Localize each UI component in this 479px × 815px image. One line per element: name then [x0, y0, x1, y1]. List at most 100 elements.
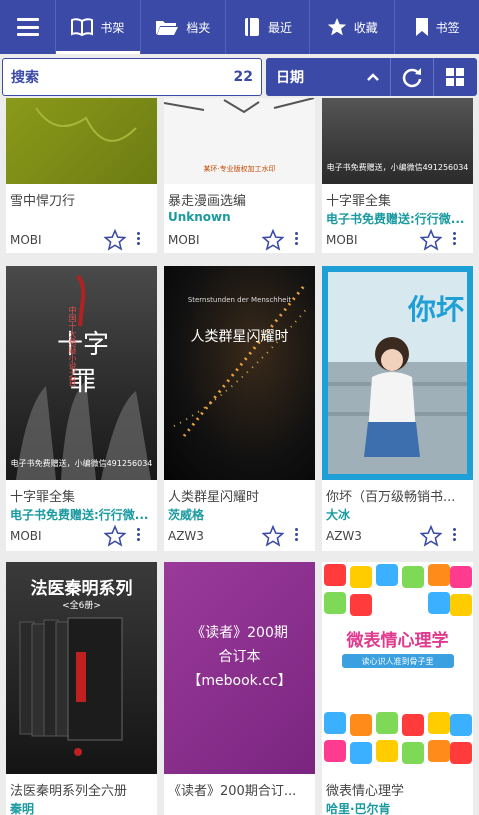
book-card[interactable]: 《读者》200期 合订本 【mebook.cc】 《读者》200期合订... [164, 562, 315, 815]
favorite-star-icon[interactable] [262, 229, 284, 251]
bookmark-icon [415, 18, 428, 36]
book-card[interactable]: 电子书免费赠送，小编微信491256034 十字罪全集 电子书免费赠送:行行微.… [322, 98, 473, 253]
book-cover: 微表情心理学 读心识人准到骨子里 [322, 562, 473, 774]
grid-view-button[interactable] [434, 58, 476, 96]
hamburger-icon [16, 18, 39, 36]
cover-subtitle: Sternstunden der Menschheit [187, 296, 292, 304]
cover-title: 《读者》200期 [191, 625, 288, 641]
tab-bookmarks[interactable]: 书签 [395, 0, 479, 54]
book-cover [6, 98, 157, 184]
book-author: Unknown [168, 210, 231, 224]
sort-direction-button[interactable] [356, 72, 390, 82]
cover-title: 人类群星闪耀时 [190, 329, 289, 345]
book-card[interactable]: 某环·专业版权加工水印 暴走漫画选编 Unknown MOBI [164, 98, 315, 253]
book-cover: 法医秦明系列 <全6册> [6, 562, 157, 774]
book-card[interactable]: 雪中悍刀行 MOBI [6, 98, 157, 253]
book-author: 大冰 [326, 508, 351, 522]
more-options-icon[interactable] [137, 528, 141, 543]
book-title: 暴走漫画选编 [168, 194, 247, 209]
book-card[interactable]: 你坏 你坏（百万级畅销书... 大冰 AZW3 [322, 266, 473, 551]
book-meta: 暴走漫画选编 Unknown MOBI [164, 184, 315, 253]
cover-title: 十字罪 [56, 330, 109, 397]
more-options-icon[interactable] [295, 528, 299, 543]
favorite-star-icon[interactable] [104, 525, 126, 547]
book-cover: 某环·专业版权加工水印 [164, 98, 315, 184]
book-title: 《读者》200期合订... [168, 784, 297, 799]
book-title: 雪中悍刀行 [10, 194, 76, 209]
cover-subtitle: 中国十大悬疑小说之首 [68, 306, 77, 386]
book-cover: 电子书免费赠送，小编微信491256034 [322, 98, 473, 184]
book-format: MOBI [10, 233, 42, 247]
favorite-star-icon[interactable] [104, 229, 126, 251]
more-options-icon[interactable] [453, 232, 457, 247]
cover-watermark: 电子书免费赠送，小编微信491256034 [326, 163, 469, 172]
book-author: 电子书免费赠送:行行微... [326, 212, 465, 226]
book-grid: 雪中悍刀行 MOBI 某环·专业版权加工水印 暴走漫画选编 Unknown MO… [0, 98, 479, 815]
cover-art [324, 564, 472, 764]
book-author: 秦明 [10, 802, 35, 815]
book-title: 十字罪全集 [10, 490, 76, 505]
book-format: MOBI [326, 233, 358, 247]
tab-label: 最近 [267, 20, 292, 35]
search-input[interactable]: 搜索 22 [2, 58, 262, 96]
book-card[interactable]: 十字罪 中国十大悬疑小说之首 电子书免费赠送，小编微信491256034 十字罪… [6, 266, 157, 551]
book-format: MOBI [168, 233, 200, 247]
toolbar: 搜索 22 日期 [0, 56, 479, 98]
book-format: MOBI [10, 529, 42, 543]
grid-view-icon [446, 68, 464, 86]
book-meta: 你坏（百万级畅销书... 大冰 AZW3 [322, 480, 473, 551]
more-options-icon[interactable] [453, 528, 457, 543]
book-meta: 《读者》200期合订... [164, 774, 315, 815]
refresh-icon [402, 68, 422, 88]
tab-recent[interactable]: 最近 [226, 0, 311, 54]
cover-title: 你坏 [407, 293, 464, 326]
book-card[interactable]: Sternstunden der Menschheit 人类群星闪耀时 人类群星… [164, 266, 315, 551]
book-title: 十字罪全集 [326, 194, 392, 209]
cover-subtitle: 读心识人准到骨子里 [361, 657, 434, 666]
book-title: 你坏（百万级畅销书... [326, 490, 456, 505]
tab-label: 书签 [435, 20, 460, 35]
book-title: 微表情心理学 [326, 784, 405, 799]
book-author: 电子书免费赠送:行行微... [10, 508, 149, 522]
book-card[interactable]: 微表情心理学 读心识人准到骨子里 微表情心理学 哈里·巴尔肯 [322, 562, 473, 815]
tab-folders[interactable]: 档夹 [141, 0, 226, 54]
refresh-button[interactable] [391, 58, 433, 96]
book-meta: 雪中悍刀行 MOBI [6, 184, 157, 253]
book-open-icon [71, 18, 94, 36]
book-author: 茨威格 [168, 508, 205, 522]
tab-label: 收藏 [353, 20, 378, 35]
more-options-icon[interactable] [295, 232, 299, 247]
star-icon [327, 18, 346, 36]
favorite-star-icon[interactable] [420, 229, 442, 251]
top-nav: 书架 档夹 最近 收藏 书签 [0, 0, 479, 54]
book-format: AZW3 [326, 529, 362, 543]
book-meta: 十字罪全集 电子书免费赠送:行行微... MOBI [6, 480, 157, 551]
cover-subtitle: <全6册> [62, 601, 101, 611]
folder-icon [156, 21, 179, 35]
cover-art [35, 107, 137, 142]
more-options-icon[interactable] [137, 232, 141, 247]
favorite-star-icon[interactable] [262, 525, 284, 547]
book-cover: Sternstunden der Menschheit 人类群星闪耀时 [164, 266, 315, 480]
favorite-star-icon[interactable] [420, 525, 442, 547]
book-cover: 你坏 [322, 266, 473, 480]
cover-subtitle: 合订本 [218, 649, 261, 665]
book-format: AZW3 [168, 529, 204, 543]
book-meta: 微表情心理学 哈里·巴尔肯 [322, 774, 473, 815]
book-meta: 十字罪全集 电子书免费赠送:行行微... MOBI [322, 184, 473, 253]
cover-watermark: 电子书免费赠送，小编微信491256034 [10, 459, 153, 468]
tab-bookshelf[interactable]: 书架 [56, 0, 141, 54]
book-title: 法医秦明系列全六册 [10, 784, 128, 799]
book-card[interactable]: 法医秦明系列 <全6册> 法医秦明系列全六册 秦明 [6, 562, 157, 815]
tab-favorites[interactable]: 收藏 [310, 0, 396, 54]
book-meta: 法医秦明系列全六册 秦明 [6, 774, 157, 815]
book-count: 22 [233, 69, 253, 85]
menu-button[interactable] [0, 0, 56, 54]
book-title: 人类群星闪耀时 [168, 490, 260, 505]
book-cover: 《读者》200期 合订本 【mebook.cc】 [164, 562, 315, 774]
search-label: 搜索 [11, 70, 39, 86]
chevron-up-icon [367, 73, 379, 81]
tab-label: 书架 [100, 20, 125, 35]
sort-dropdown[interactable]: 日期 [266, 67, 356, 87]
book-cover: 十字罪 中国十大悬疑小说之首 电子书免费赠送，小编微信491256034 [6, 266, 157, 480]
